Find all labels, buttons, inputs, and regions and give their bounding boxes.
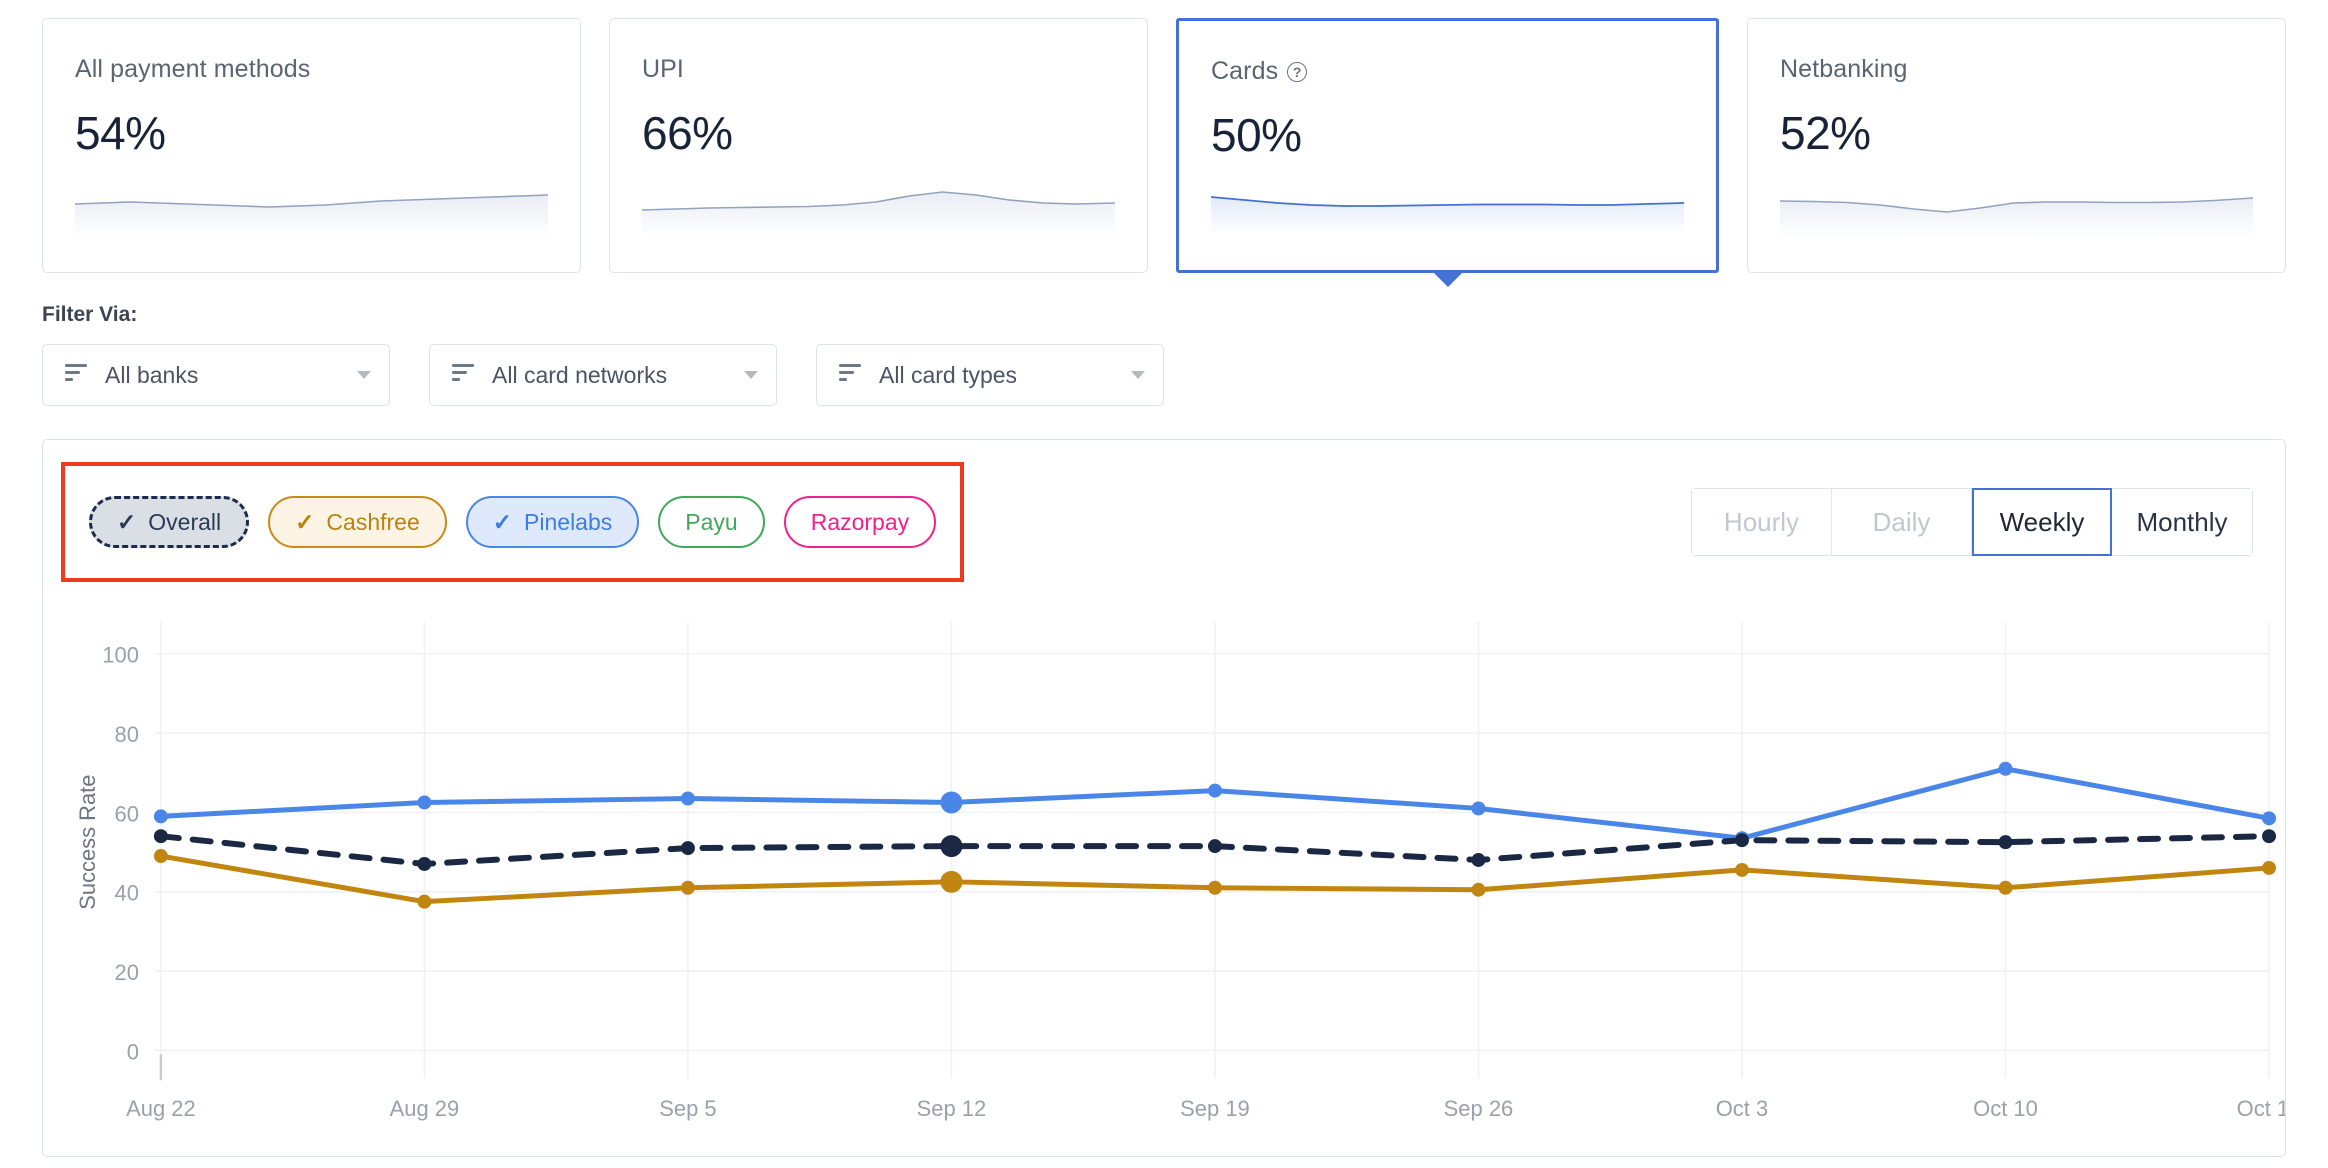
kpi-title-text: Cards xyxy=(1211,57,1279,85)
dropdown-all-banks[interactable]: All banks xyxy=(42,344,390,406)
filter-dropdown-row: All banks All card networks All card typ… xyxy=(42,344,2286,406)
chevron-down-icon[interactable] xyxy=(744,371,758,379)
kpi-title-text: UPI xyxy=(642,55,684,83)
kpi-card-value: 52% xyxy=(1780,107,1871,159)
legend-chip-label: Overall xyxy=(148,508,222,535)
filter-via-label: Filter Via: xyxy=(42,303,138,326)
svg-text:Sep 12: Sep 12 xyxy=(917,1096,987,1121)
check-icon: ✓ xyxy=(117,508,137,535)
dropdown-value: All card networks xyxy=(492,361,668,388)
svg-text:Sep 26: Sep 26 xyxy=(1444,1096,1514,1121)
legend-chip-label: Payu xyxy=(685,508,738,535)
kpi-card-value: 50% xyxy=(1211,109,1302,161)
granularity-label: Hourly xyxy=(1723,506,1800,537)
legend-chip-pinelabs[interactable]: ✓ Pinelabs xyxy=(465,496,640,548)
granularity-option-monthly[interactable]: Monthly xyxy=(2112,489,2252,555)
svg-text:Oct 3: Oct 3 xyxy=(1716,1096,1769,1121)
legend-chip-label: Razorpay xyxy=(810,508,910,535)
svg-text:Aug 29: Aug 29 xyxy=(390,1096,460,1121)
dropdown-value: All card types xyxy=(879,361,1018,388)
filter-lines-icon xyxy=(839,363,863,387)
chart-svg: 0 20 40 60 80 100 Aug 22 Aug 29 Sep 5 Sep 12 Sep 1… xyxy=(75,621,2285,1121)
sparkline-chart xyxy=(1211,186,1684,236)
kpi-card-netbanking[interactable]: Netbanking 52% xyxy=(1747,18,2286,273)
legend-chip-payu[interactable]: Payu xyxy=(658,496,765,548)
legend-chip-overall[interactable]: ✓ Overall xyxy=(89,496,250,548)
kpi-card-value: 54% xyxy=(75,107,166,159)
svg-text:20: 20 xyxy=(114,960,138,985)
svg-text:Sep 19: Sep 19 xyxy=(1180,1096,1250,1121)
filter-lines-icon xyxy=(452,363,476,387)
chart-panel: ✓ Overall ✓ Cashfree ✓ Pinelabs Payu Raz… xyxy=(42,439,2286,1157)
legend-chip-cashfree[interactable]: ✓ Cashfree xyxy=(268,496,447,548)
dropdown-all-card-networks[interactable]: All card networks xyxy=(429,344,777,406)
svg-text:0: 0 xyxy=(127,1039,139,1064)
help-circle-icon[interactable]: ? xyxy=(1287,61,1308,82)
check-icon: ✓ xyxy=(492,508,513,535)
dropdown-all-card-types[interactable]: All card types xyxy=(816,344,1164,406)
svg-text:Success Rate: Success Rate xyxy=(75,775,100,910)
kpi-card-title: All payment methods xyxy=(75,55,548,84)
granularity-label: Monthly xyxy=(2136,506,2228,537)
legend-chip-label: Pinelabs xyxy=(524,508,613,535)
svg-text:100: 100 xyxy=(102,643,139,668)
kpi-card-cards[interactable]: Cards ? 50% xyxy=(1176,18,1719,287)
granularity-option-daily[interactable]: Daily xyxy=(1832,489,1972,555)
kpi-card-title: Cards ? xyxy=(1211,57,1684,86)
kpi-card-value: 66% xyxy=(642,107,733,159)
svg-text:80: 80 xyxy=(114,722,138,747)
kpi-card-title: Netbanking xyxy=(1780,55,2253,84)
chevron-down-icon[interactable] xyxy=(357,371,371,379)
kpi-card-upi[interactable]: UPI 66% xyxy=(609,18,1148,273)
kpi-title-text: All payment methods xyxy=(75,55,311,83)
granularity-label: Weekly xyxy=(1999,506,2085,537)
kpi-card-title: UPI xyxy=(642,55,1115,84)
granularity-option-weekly[interactable]: Weekly xyxy=(1972,488,2112,556)
filter-lines-icon xyxy=(65,363,89,387)
line-chart: 0 20 40 60 80 100 Aug 22 Aug 29 Sep 5 Sep 12 Sep 1… xyxy=(43,612,2285,1156)
chart-header: ✓ Overall ✓ Cashfree ✓ Pinelabs Payu Raz… xyxy=(43,440,2285,582)
granularity-toggle-group: Hourly Daily Weekly Monthly xyxy=(1691,488,2253,556)
svg-text:40: 40 xyxy=(114,881,138,906)
svg-text:Sep 5: Sep 5 xyxy=(659,1096,716,1121)
svg-text:Oct 17: Oct 17 xyxy=(2237,1096,2285,1121)
sparkline-chart xyxy=(75,188,548,238)
legend-chip-razorpay[interactable]: Razorpay xyxy=(783,496,937,548)
selected-card-pointer-icon xyxy=(1431,271,1464,287)
filter-section: Filter Via: All banks All card networks … xyxy=(0,303,2328,406)
legend-annotation-box: ✓ Overall ✓ Cashfree ✓ Pinelabs Payu Raz… xyxy=(61,462,965,582)
svg-text:Oct 10: Oct 10 xyxy=(1973,1096,2038,1121)
granularity-label: Daily xyxy=(1872,506,1931,537)
svg-text:60: 60 xyxy=(114,801,138,826)
kpi-title-text: Netbanking xyxy=(1780,55,1908,83)
svg-text:Aug 22: Aug 22 xyxy=(126,1096,196,1121)
sparkline-chart xyxy=(1780,188,2253,238)
kpi-card-all-payment-methods[interactable]: All payment methods 54% xyxy=(42,18,581,273)
check-icon: ✓ xyxy=(295,508,315,535)
kpi-card-row: All payment methods 54% UPI 66% Cards ? … xyxy=(0,0,2328,287)
dropdown-value: All banks xyxy=(105,361,199,388)
legend-chip-label: Cashfree xyxy=(326,508,420,535)
granularity-option-hourly[interactable]: Hourly xyxy=(1692,489,1832,555)
sparkline-chart xyxy=(642,188,1115,238)
chevron-down-icon[interactable] xyxy=(1131,371,1145,379)
